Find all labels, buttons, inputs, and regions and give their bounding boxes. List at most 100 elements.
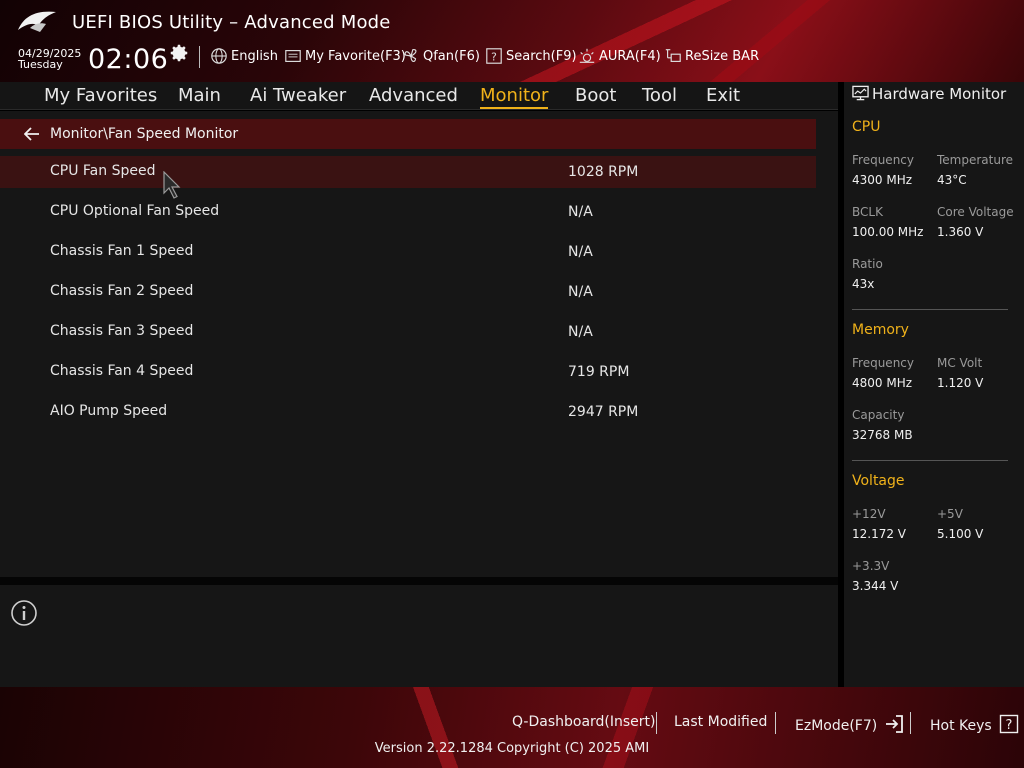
footer-separator [910, 712, 911, 734]
hardware-monitor-panel: Hardware Monitor CPU Frequency 4300 MHz … [844, 82, 1024, 687]
favorite-icon [285, 50, 301, 62]
tab-my-favorites[interactable]: My Favorites [44, 85, 157, 106]
fan-row-label: Chassis Fan 1 Speed [50, 243, 194, 259]
voltage-5v-label: +5V [937, 507, 963, 521]
toolbar-search[interactable]: ? Search(F9) [485, 46, 577, 66]
breadcrumb[interactable]: Monitor\Fan Speed Monitor [0, 119, 816, 149]
cpu-core-voltage-label: Core Voltage [937, 205, 1014, 219]
fan-row-label: Chassis Fan 4 Speed [50, 363, 194, 379]
hot-keys-button[interactable]: Hot Keys ? [930, 714, 1019, 734]
toolbar-language[interactable]: English [210, 46, 278, 66]
fan-row-value: N/A [568, 284, 593, 300]
exit-arrow-icon [885, 715, 903, 733]
cpu-frequency-label: Frequency [852, 153, 914, 167]
main-panel: Monitor\Fan Speed Monitor CPU Fan Speed … [0, 111, 838, 577]
monitor-icon [852, 85, 869, 101]
fan-row-value: N/A [568, 244, 593, 260]
hardware-monitor-title: Hardware Monitor [852, 85, 1006, 103]
tab-boot[interactable]: Boot [575, 85, 616, 106]
header-separator [199, 46, 200, 68]
fan-row-chassis-fan-1[interactable]: Chassis Fan 1 Speed N/A [0, 236, 816, 268]
tab-main[interactable]: Main [178, 85, 221, 106]
back-arrow-icon[interactable] [24, 127, 40, 141]
fan-row-aio-pump[interactable]: AIO Pump Speed 2947 RPM [0, 396, 816, 428]
tab-ai-tweaker[interactable]: Ai Tweaker [250, 85, 346, 106]
version-text: Version 2.22.1284 Copyright (C) 2025 AMI [374, 741, 650, 756]
mouse-cursor-icon [163, 171, 181, 199]
cpu-temperature-value: 43°C [937, 173, 967, 187]
last-modified-button[interactable]: Last Modified [674, 714, 767, 730]
tab-exit[interactable]: Exit [706, 85, 740, 106]
voltage-12v-value: 12.172 V [852, 527, 907, 541]
cpu-bclk-label: BCLK [852, 205, 883, 219]
fan-row-chassis-fan-3[interactable]: Chassis Fan 3 Speed N/A [0, 316, 816, 348]
cpu-frequency-value: 4300 MHz [852, 173, 913, 187]
main-nav: My Favorites Main Ai Tweaker Advanced Mo… [0, 82, 838, 110]
cpu-temperature-label: Temperature [937, 153, 1014, 167]
memory-frequency-value: 4800 MHz [852, 376, 913, 390]
ezmode-label: EzMode(F7) [795, 718, 878, 734]
hw-section-divider [852, 460, 1008, 461]
memory-frequency-label: Frequency [852, 356, 914, 370]
svg-text:?: ? [491, 51, 497, 64]
voltage-3v3-value: 3.344 V [852, 579, 899, 593]
help-icon: ? [999, 714, 1019, 734]
voltage-3v3-label: +3.3V [852, 559, 890, 573]
cpu-core-voltage-value: 1.360 V [937, 225, 984, 239]
fan-icon [404, 48, 417, 62]
tab-advanced[interactable]: Advanced [369, 85, 458, 106]
fan-row-label: Chassis Fan 3 Speed [50, 323, 194, 339]
toolbar-my-favorite[interactable]: My Favorite(F3) [284, 46, 406, 66]
app-title: UEFI BIOS Utility – Advanced Mode [72, 12, 391, 33]
footer-separator [775, 712, 776, 734]
fan-row-value: N/A [568, 324, 593, 340]
fan-row-value: 2947 RPM [568, 404, 639, 420]
ezmode-button[interactable]: EzMode(F7) [795, 714, 904, 734]
resize-bar-icon [665, 49, 681, 62]
breadcrumb-text: Monitor\Fan Speed Monitor [50, 126, 239, 142]
fan-row-chassis-fan-4[interactable]: Chassis Fan 4 Speed 719 RPM [0, 356, 816, 388]
fan-row-label: CPU Optional Fan Speed [50, 203, 220, 219]
footer-bar: Q-Dashboard(Insert) Last Modified EzMode… [0, 687, 1024, 768]
tab-monitor[interactable]: Monitor [480, 85, 549, 109]
hot-keys-label: Hot Keys [930, 718, 992, 734]
hardware-monitor-title-text: Hardware Monitor [872, 85, 1007, 103]
memory-mc-volt-label: MC Volt [937, 356, 983, 370]
fan-row-cpu-fan[interactable]: CPU Fan Speed 1028 RPM [0, 156, 816, 188]
help-panel [0, 585, 838, 687]
q-dashboard-button[interactable]: Q-Dashboard(Insert) [512, 714, 656, 730]
toolbar-my-favorite-label: My Favorite(F3) [305, 48, 406, 64]
toolbar-resize-bar-label: ReSize BAR [685, 48, 760, 64]
toolbar-aura[interactable]: AURA(F4) [578, 46, 661, 66]
toolbar-search-label: Search(F9) [506, 48, 577, 64]
day-display: Tuesday [18, 58, 63, 71]
info-icon [11, 600, 37, 626]
fan-row-value: N/A [568, 204, 593, 220]
toolbar-language-label: English [231, 48, 278, 64]
svg-text:?: ? [1006, 718, 1013, 733]
fan-row-label: CPU Fan Speed [50, 163, 156, 179]
clock-display[interactable]: 02:06 [88, 44, 168, 75]
memory-capacity-value: 32768 MB [852, 428, 913, 442]
fan-row-cpu-optional-fan[interactable]: CPU Optional Fan Speed N/A [0, 196, 816, 228]
voltage-section-heading: Voltage [852, 473, 905, 489]
hw-section-divider [852, 309, 1008, 310]
toolbar-qfan[interactable]: Qfan(F6) [402, 46, 480, 66]
tab-tool[interactable]: Tool [642, 85, 677, 106]
memory-mc-volt-value: 1.120 V [937, 376, 984, 390]
fan-row-chassis-fan-2[interactable]: Chassis Fan 2 Speed N/A [0, 276, 816, 308]
fan-row-label: AIO Pump Speed [50, 403, 168, 419]
cpu-ratio-label: Ratio [852, 257, 883, 271]
memory-section-heading: Memory [852, 322, 909, 338]
toolbar-resize-bar[interactable]: ReSize BAR [664, 46, 759, 66]
gear-icon[interactable] [168, 42, 190, 64]
help-divider [0, 577, 838, 585]
fan-row-label: Chassis Fan 2 Speed [50, 283, 194, 299]
cpu-ratio-value: 43x [852, 277, 875, 291]
toolbar-aura-label: AURA(F4) [599, 48, 661, 64]
voltage-12v-label: +12V [852, 507, 886, 521]
cpu-section-heading: CPU [852, 119, 881, 135]
toolbar-qfan-label: Qfan(F6) [423, 48, 480, 64]
rog-logo-icon [18, 11, 56, 32]
header-bar: UEFI BIOS Utility – Advanced Mode 04/29/… [0, 0, 1024, 82]
